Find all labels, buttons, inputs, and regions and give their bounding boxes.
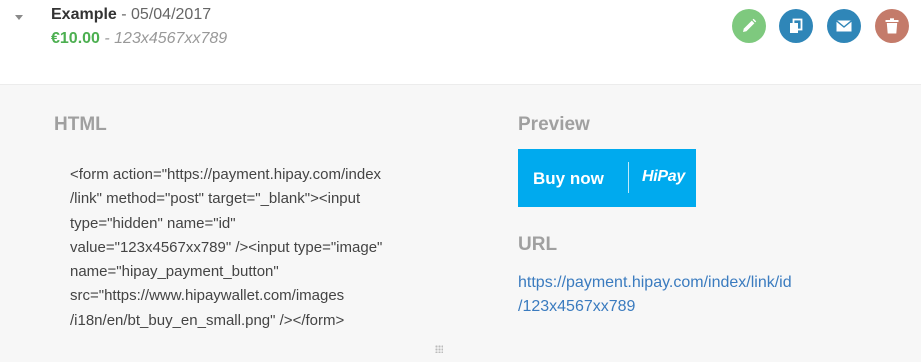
html-code[interactable]: <form action="https://payment.hipay.com/…: [70, 163, 430, 333]
item-reference: 123x4567xx789: [114, 30, 228, 47]
reference-separator: -: [99, 30, 115, 47]
email-button[interactable]: [827, 9, 861, 43]
resize-handle-icon[interactable]: [435, 345, 443, 353]
html-section-title: HTML: [54, 114, 107, 135]
item-amount: €10.00: [51, 30, 100, 47]
copy-icon: [788, 18, 804, 34]
item-header: Example - 05/04/2017 €10.00 - 123x4567xx…: [0, 0, 921, 85]
envelope-icon: [836, 20, 852, 32]
item-subtitle: €10.00 - 123x4567xx789: [51, 30, 227, 48]
trash-icon: [885, 18, 899, 34]
item-separator: -: [116, 6, 132, 23]
buy-now-label: Buy now: [533, 169, 604, 188]
chevron-down-icon[interactable]: [15, 15, 23, 20]
preview-section-title: Preview: [518, 114, 590, 135]
edit-button[interactable]: [732, 9, 766, 43]
pencil-icon: [741, 18, 757, 34]
button-divider: [628, 162, 629, 193]
buy-now-button[interactable]: Buy now HiPay: [518, 149, 696, 207]
payment-link[interactable]: https://payment.hipay.com/index/link/id …: [518, 271, 818, 319]
item-date: 05/04/2017: [131, 6, 212, 23]
html-code-textarea[interactable]: <form action="https://payment.hipay.com/…: [54, 151, 447, 357]
url-section-title: URL: [518, 234, 558, 255]
duplicate-button[interactable]: [779, 9, 813, 43]
item-title: Example - 05/04/2017: [51, 6, 211, 24]
hipay-logo: HiPay: [642, 168, 685, 185]
item-name: Example: [51, 6, 117, 23]
delete-button[interactable]: [875, 9, 909, 43]
